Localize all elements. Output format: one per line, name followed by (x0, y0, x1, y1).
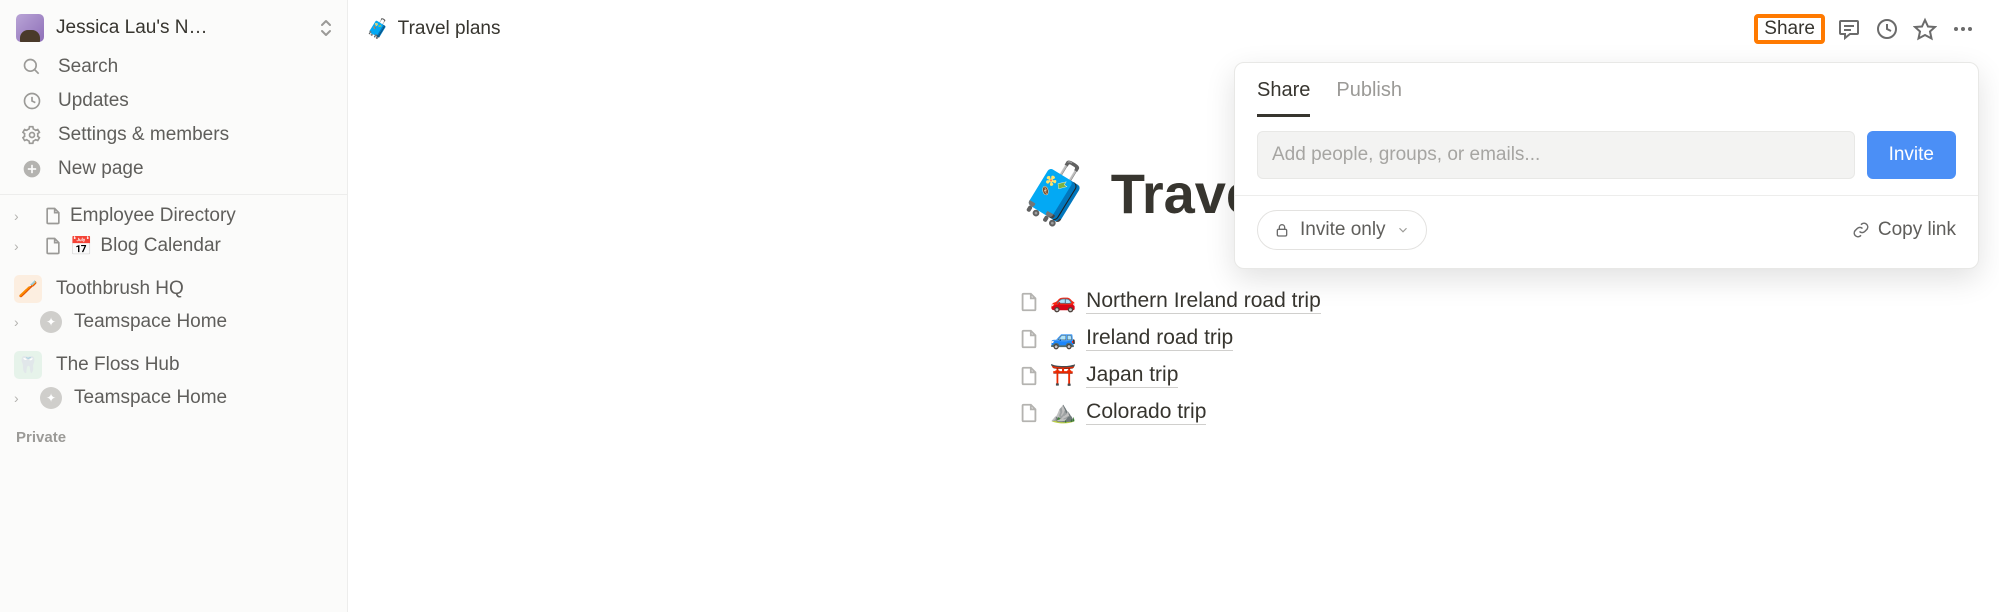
breadcrumb-emoji: 🧳 (366, 17, 390, 41)
sidebar-page-employee-directory[interactable]: › Employee Directory (0, 201, 347, 231)
chevron-right-icon[interactable]: › (14, 390, 36, 406)
access-dropdown[interactable]: Invite only (1257, 210, 1427, 250)
plus-circle-icon (20, 159, 44, 179)
emoji-icon: 🚗 (1050, 290, 1076, 314)
nav-updates[interactable]: Updates (0, 84, 347, 118)
teamspace-icon: 🪥 (14, 275, 42, 303)
teamspace-label: The Floss Hub (56, 354, 180, 376)
page-icon (40, 236, 66, 256)
page-emoji[interactable]: 🧳 (1018, 158, 1093, 229)
workspace-switcher[interactable]: Jessica Lau's N… (0, 6, 347, 50)
page-label: Blog Calendar (100, 235, 220, 257)
sidebar-section-private: Private (0, 413, 347, 446)
subpage-list: 🚗 Northern Ireland road trip 🚙 Ireland r… (1018, 289, 1321, 425)
emoji-icon: ⛩️ (1050, 364, 1076, 388)
nav-label: Settings & members (58, 124, 229, 146)
access-label: Invite only (1300, 219, 1386, 241)
breadcrumb[interactable]: 🧳 Travel plans (366, 17, 500, 41)
share-popover: Share Publish Invite Invite only (1234, 62, 1979, 269)
comments-icon[interactable] (1835, 15, 1863, 43)
invite-input[interactable] (1257, 131, 1855, 179)
subpage-label: Ireland road trip (1086, 326, 1233, 351)
page-label: Employee Directory (70, 205, 236, 227)
page-icon (1018, 365, 1040, 387)
sidebar-teamspace-home-2[interactable]: › ✦ Teamspace Home (0, 383, 347, 413)
copy-link-label: Copy link (1878, 219, 1956, 241)
search-icon (20, 57, 44, 77)
avatar (16, 14, 44, 42)
share-label: Share (1764, 18, 1815, 39)
subpage-link[interactable]: ⛩️ Japan trip (1018, 363, 1321, 388)
page-label: Teamspace Home (74, 311, 227, 333)
subpage-label: Northern Ireland road trip (1086, 289, 1321, 314)
emoji-icon: 📅 (70, 236, 92, 257)
nav-label: Search (58, 56, 118, 78)
teamspace-label: Toothbrush HQ (56, 278, 184, 300)
main: 🧳 Travel plans Share 🧳 Travel plans 🚗 (348, 0, 1999, 612)
page-icon (40, 206, 66, 226)
page-icon (1018, 402, 1040, 424)
emoji-icon: ⛰️ (1050, 401, 1076, 425)
link-icon (1852, 221, 1870, 239)
nav-newpage[interactable]: New page (0, 152, 347, 186)
sidebar: Jessica Lau's N… Search Updates Settings… (0, 0, 348, 612)
invite-button[interactable]: Invite (1867, 131, 1956, 179)
emoji-icon: 🚙 (1050, 327, 1076, 351)
chevron-right-icon[interactable]: › (14, 314, 36, 330)
chevron-right-icon[interactable]: › (14, 208, 36, 224)
subpage-link[interactable]: ⛰️ Colorado trip (1018, 400, 1321, 425)
sidebar-teamspace-toothbrush[interactable]: 🪥 Toothbrush HQ (0, 271, 347, 307)
nav-search[interactable]: Search (0, 50, 347, 84)
unfold-icon (319, 19, 333, 37)
sidebar-teamspace-home-1[interactable]: › ✦ Teamspace Home (0, 307, 347, 337)
invite-row: Invite (1235, 117, 1978, 195)
copy-link-button[interactable]: Copy link (1852, 219, 1956, 241)
subpage-label: Colorado trip (1086, 400, 1206, 425)
history-icon[interactable] (1873, 15, 1901, 43)
page-icon (1018, 291, 1040, 313)
sidebar-teamspace-floss[interactable]: 🦷 The Floss Hub (0, 347, 347, 383)
subpage-link[interactable]: 🚗 Northern Ireland road trip (1018, 289, 1321, 314)
compass-icon: ✦ (40, 387, 62, 409)
nav-label: New page (58, 158, 144, 180)
tab-publish[interactable]: Publish (1336, 79, 1402, 117)
subpage-label: Japan trip (1086, 363, 1178, 388)
chevron-right-icon[interactable]: › (14, 238, 36, 254)
tab-share[interactable]: Share (1257, 79, 1310, 117)
nav-label: Updates (58, 90, 129, 112)
sidebar-page-blog-calendar[interactable]: › 📅 Blog Calendar (0, 231, 347, 261)
topbar: 🧳 Travel plans Share (348, 0, 1999, 58)
chevron-down-icon (1396, 223, 1410, 237)
page-icon (1018, 328, 1040, 350)
divider (0, 194, 347, 195)
star-icon[interactable] (1911, 15, 1939, 43)
clock-icon (20, 91, 44, 111)
compass-icon: ✦ (40, 311, 62, 333)
share-tabs: Share Publish (1235, 63, 1978, 117)
share-button[interactable]: Share (1754, 14, 1825, 44)
nav-settings[interactable]: Settings & members (0, 118, 347, 152)
page-label: Teamspace Home (74, 387, 227, 409)
more-icon[interactable] (1949, 15, 1977, 43)
subpage-link[interactable]: 🚙 Ireland road trip (1018, 326, 1321, 351)
breadcrumb-label: Travel plans (398, 18, 501, 40)
workspace-name: Jessica Lau's N… (56, 17, 307, 39)
access-row: Invite only Copy link (1235, 196, 1978, 268)
gear-icon (20, 125, 44, 145)
lock-icon (1274, 222, 1290, 238)
teamspace-icon: 🦷 (14, 351, 42, 379)
